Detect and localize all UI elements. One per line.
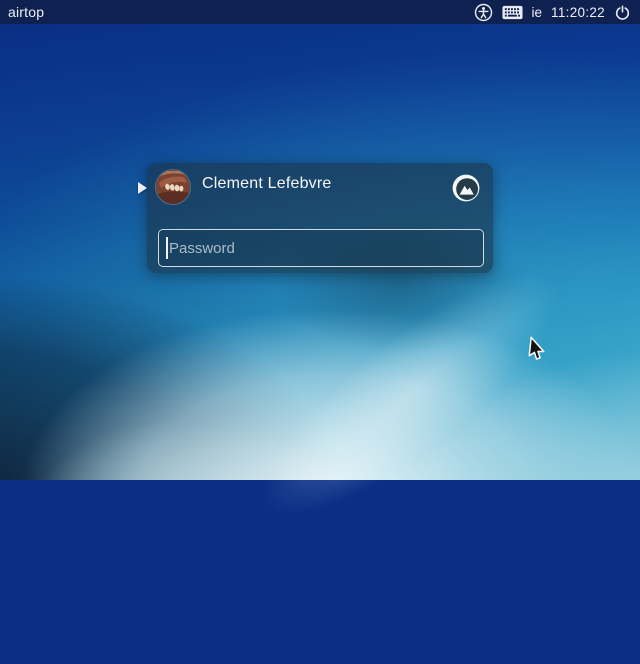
text-caret — [166, 237, 168, 259]
accessibility-icon[interactable] — [474, 3, 493, 22]
user-row[interactable]: Clement Lefebvre — [147, 163, 493, 211]
hostname-label: airtop — [0, 4, 44, 20]
password-field-frame — [158, 229, 484, 267]
power-icon[interactable] — [614, 4, 631, 21]
selected-user-arrow-icon — [138, 182, 147, 194]
login-dialog: Clement Lefebvre — [147, 163, 493, 273]
clock[interactable]: 11:20:22 — [551, 5, 605, 20]
greeter-top-panel: airtop — [0, 0, 640, 24]
username-label: Clement Lefebvre — [202, 175, 332, 193]
user-avatar — [156, 170, 190, 204]
session-badge-icon[interactable] — [452, 174, 480, 202]
keyboard-layout-indicator[interactable]: ie — [532, 5, 543, 20]
keyboard-icon[interactable] — [502, 5, 523, 20]
password-input[interactable] — [159, 230, 483, 266]
